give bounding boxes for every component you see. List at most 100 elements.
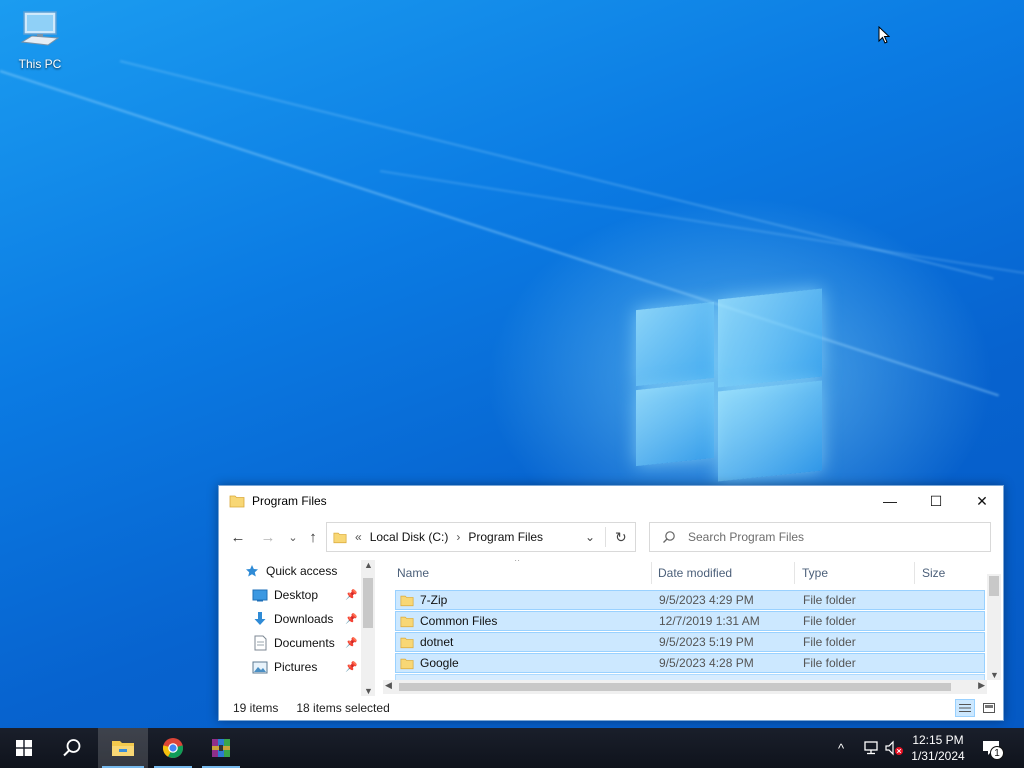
row-type: File folder xyxy=(803,614,856,628)
row-date: 9/5/2023 4:29 PM xyxy=(659,593,754,607)
navigation-bar: ← → ⌄ ↑ « Local Disk (C:) › Program File… xyxy=(219,522,1003,552)
scroll-up-icon[interactable]: ▲ xyxy=(364,560,373,570)
address-bar[interactable]: « Local Disk (C:) › Program Files ⌄ ↻ xyxy=(326,522,636,552)
back-button[interactable]: ← xyxy=(229,528,247,546)
taskbar: ^ 12:15 PM 1/31/2024 1 xyxy=(0,728,1024,768)
search-button[interactable] xyxy=(48,728,96,768)
desktop-icon xyxy=(251,587,269,603)
nav-item-downloads[interactable]: Downloads xyxy=(251,608,333,630)
show-hidden-icons-button[interactable]: ^ xyxy=(838,728,844,768)
large-icons-view-button[interactable] xyxy=(979,699,999,717)
breadcrumb-separator[interactable]: › xyxy=(456,530,460,544)
breadcrumb-local-disk[interactable]: Local Disk (C:) xyxy=(370,530,449,544)
table-row[interactable]: 7-Zip 9/5/2023 4:29 PM File folder xyxy=(395,590,985,610)
details-view-button[interactable] xyxy=(955,699,975,717)
file-list: ^ Name Date modified Type Size 7-Zip 9/5… xyxy=(389,560,987,680)
details-view-icon xyxy=(959,704,971,712)
light-beam xyxy=(0,70,999,397)
download-icon xyxy=(251,611,269,627)
status-bar: 19 items 18 items selected xyxy=(219,696,1003,720)
scroll-down-icon[interactable]: ▼ xyxy=(990,670,999,680)
clock[interactable]: 12:15 PM 1/31/2024 xyxy=(902,732,974,764)
address-dropdown-button[interactable]: ⌄ xyxy=(585,530,595,544)
search-box[interactable]: Search Program Files xyxy=(649,522,991,552)
winrar-icon xyxy=(212,739,230,757)
file-explorer-window[interactable]: Program Files — ☐ ✕ ← → ⌄ ↑ « Local Disk… xyxy=(218,485,1004,721)
row-type: File folder xyxy=(803,635,856,649)
item-count: 19 items xyxy=(233,701,279,715)
row-type: File folder xyxy=(803,593,856,607)
sort-ascending-icon: ^ xyxy=(515,560,520,566)
file-explorer-taskbar-button[interactable] xyxy=(98,728,148,768)
navigation-pane: Quick access Desktop 📌 Downloads 📌 Docum… xyxy=(219,560,377,696)
nav-item-label: Quick access xyxy=(266,564,338,578)
refresh-button[interactable]: ↻ xyxy=(615,529,627,546)
nav-item-label: Downloads xyxy=(274,612,334,626)
recent-locations-button[interactable]: ⌄ xyxy=(284,528,302,546)
notification-count-badge: 1 xyxy=(990,746,1004,760)
up-button[interactable]: ↑ xyxy=(304,528,322,546)
selected-count: 18 items selected xyxy=(296,701,390,715)
nav-item-pictures[interactable]: Pictures xyxy=(251,656,317,678)
row-type: File folder xyxy=(803,656,856,670)
column-header-size[interactable]: Size xyxy=(922,560,945,586)
volume-button[interactable] xyxy=(884,728,904,768)
table-row[interactable]: Google 9/5/2023 4:28 PM File folder xyxy=(395,653,985,673)
column-header-date-modified[interactable]: Date modified xyxy=(658,560,732,586)
scroll-right-icon[interactable]: ▶ xyxy=(978,680,985,691)
action-center-button[interactable]: 1 xyxy=(982,728,1004,768)
table-row[interactable]: dotnet 9/5/2023 5:19 PM File folder xyxy=(395,632,985,652)
scrollbar-thumb[interactable] xyxy=(399,683,951,691)
column-header-type[interactable]: Type xyxy=(802,560,828,586)
nav-item-documents[interactable]: Documents xyxy=(251,632,335,654)
search-icon xyxy=(663,531,675,543)
winrar-taskbar-button[interactable] xyxy=(198,728,244,768)
nav-item-label: Documents xyxy=(274,636,335,650)
chrome-taskbar-button[interactable] xyxy=(150,728,196,768)
nav-item-desktop[interactable]: Desktop xyxy=(251,584,318,606)
chrome-icon xyxy=(162,738,184,759)
row-date: 9/5/2023 5:19 PM xyxy=(659,635,754,649)
pin-icon: 📌 xyxy=(345,614,358,625)
scroll-down-icon[interactable]: ▼ xyxy=(364,686,373,696)
maximize-button[interactable]: ☐ xyxy=(913,486,959,516)
start-button[interactable] xyxy=(0,728,48,768)
pin-icon: 📌 xyxy=(345,662,358,673)
forward-button[interactable]: → xyxy=(259,528,277,546)
breadcrumb-program-files[interactable]: Program Files xyxy=(468,530,543,544)
desktop-icon-label: This PC xyxy=(18,57,62,71)
folder-icon xyxy=(333,532,347,543)
large-icons-view-icon xyxy=(983,703,995,713)
star-icon xyxy=(243,563,261,579)
row-name: dotnet xyxy=(420,635,454,649)
minimize-button[interactable]: — xyxy=(867,486,913,516)
column-header-name[interactable]: Name xyxy=(397,560,429,586)
nav-item-quick-access[interactable]: Quick access xyxy=(243,560,337,582)
clock-date: 1/31/2024 xyxy=(911,749,965,763)
table-row[interactable]: Common Files 12/7/2019 1:31 AM File fold… xyxy=(395,611,985,631)
scroll-left-icon[interactable]: ◀ xyxy=(385,680,392,691)
picture-icon xyxy=(251,659,269,675)
scrollbar-thumb[interactable] xyxy=(363,578,373,628)
desktop-icon-this-pc[interactable]: This PC xyxy=(12,8,68,76)
windows-logo xyxy=(636,288,824,482)
network-status-button[interactable] xyxy=(862,728,880,768)
file-explorer-icon xyxy=(112,741,134,756)
pin-icon: 📌 xyxy=(345,638,358,649)
close-button[interactable]: ✕ xyxy=(959,486,1005,516)
scrollbar-thumb[interactable] xyxy=(989,576,999,596)
chevron-up-icon: ^ xyxy=(838,740,845,756)
horizontal-scrollbar[interactable]: ◀ ▶ xyxy=(383,680,987,694)
row-date: 9/5/2023 4:28 PM xyxy=(659,656,754,670)
start-icon xyxy=(16,740,32,756)
nav-pane-scrollbar[interactable]: ▲ ▼ xyxy=(361,560,375,696)
folder-icon xyxy=(229,495,245,508)
row-name: Google xyxy=(420,656,459,670)
mouse-cursor-icon xyxy=(878,26,890,44)
address-overflow[interactable]: « xyxy=(355,530,362,544)
document-icon xyxy=(251,635,269,651)
row-date: 12/7/2019 1:31 AM xyxy=(659,614,760,628)
computer-icon xyxy=(20,11,60,46)
row-name: 7-Zip xyxy=(420,593,448,607)
file-list-scrollbar[interactable]: ▼ xyxy=(987,574,1001,680)
